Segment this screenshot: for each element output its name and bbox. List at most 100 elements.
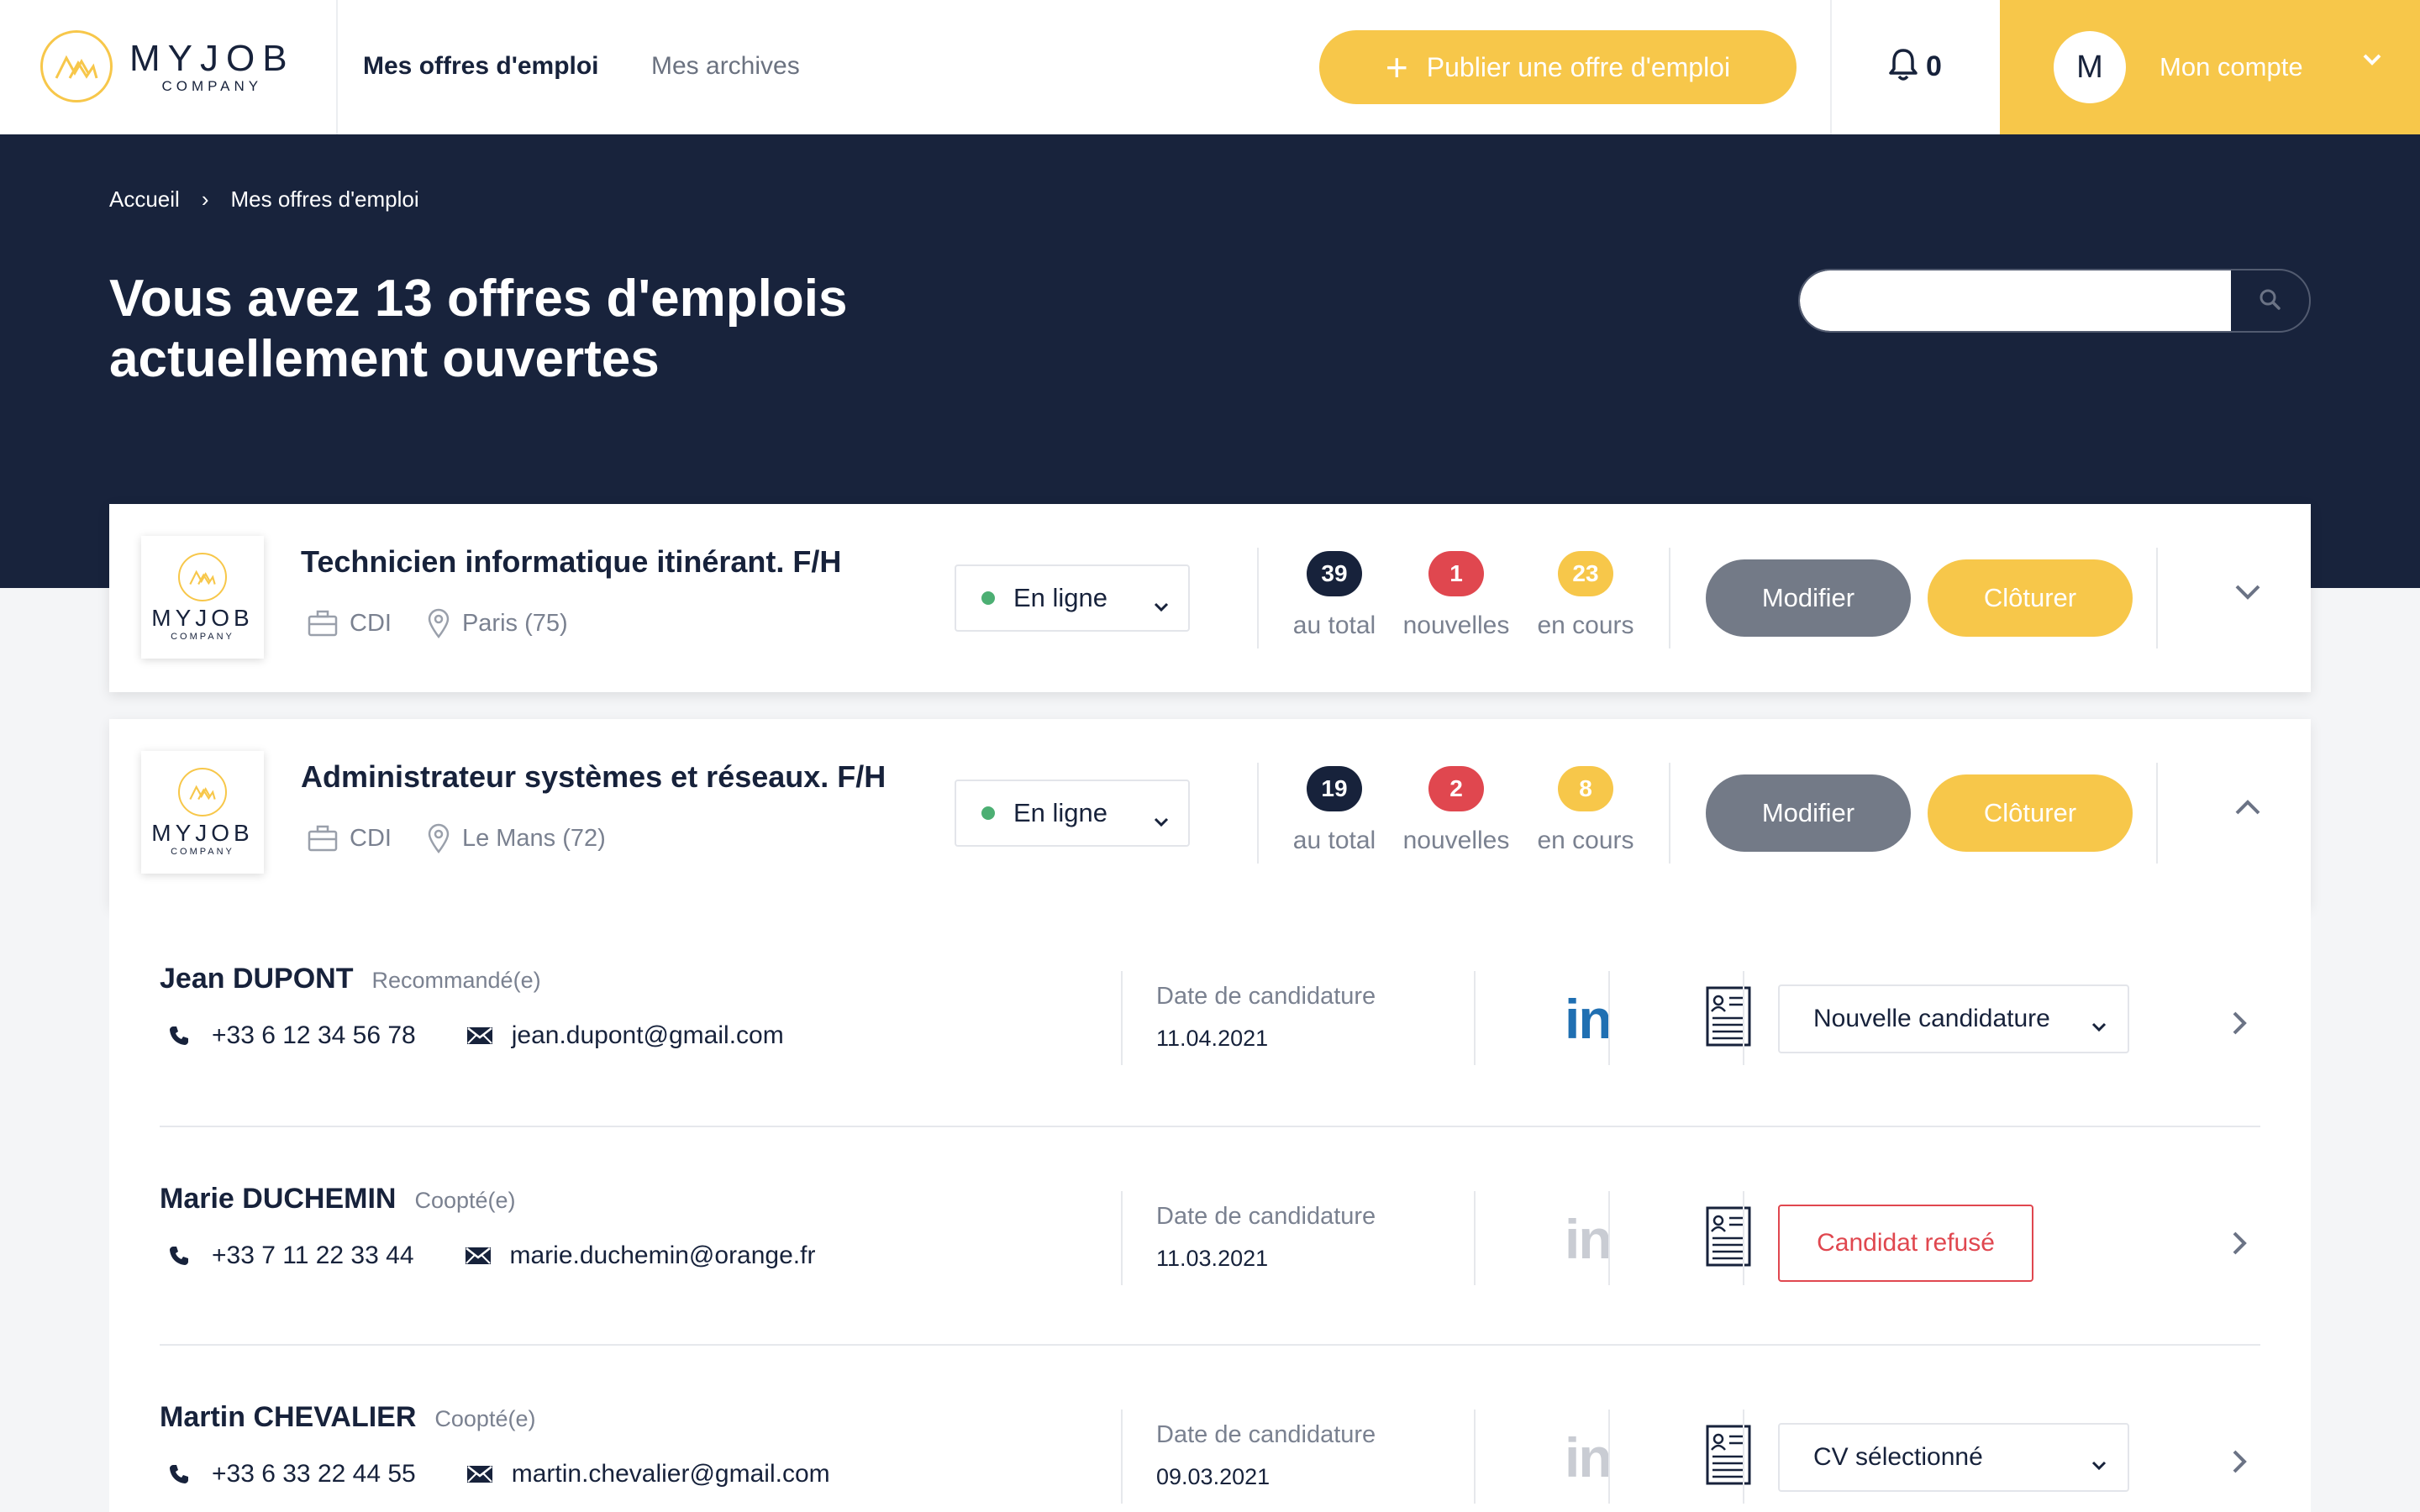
card-divider	[1669, 548, 1670, 648]
stat-in-progress-count: 8	[1558, 766, 1613, 811]
breadcrumb-home[interactable]: Accueil	[109, 186, 180, 213]
job-status-select[interactable]: En ligne	[955, 780, 1190, 847]
job-status-value: En ligne	[1013, 583, 1108, 612]
candidate-name: Marie DUCHEMIN	[160, 1183, 397, 1215]
search-icon	[2258, 287, 2281, 315]
account-label: Mon compte	[2160, 52, 2303, 81]
application-date-label: Date de candidature	[1156, 1203, 1376, 1230]
candidate-state-value: Nouvelle candidature	[1813, 1005, 2050, 1032]
candidate-phone: +33 6 33 22 44 55	[212, 1460, 416, 1488]
stat-new[interactable]: 2 nouvelles	[1393, 766, 1519, 855]
chevron-right-icon[interactable]	[2230, 1230, 2249, 1261]
nav-archives[interactable]: Mes archives	[651, 52, 800, 81]
online-status-dot	[981, 806, 995, 820]
candidate-name-line: Marie DUCHEMIN Coopté(e)	[160, 1183, 516, 1215]
chevron-down-icon	[1153, 590, 1170, 620]
candidate-name: Jean DUPONT	[160, 963, 354, 995]
logo-subtitle: COMPANY	[171, 632, 234, 642]
publish-job-label: Publier une offre d'emploi	[1426, 51, 1731, 82]
job-location: Paris (75)	[461, 609, 568, 637]
search-input[interactable]	[1800, 270, 2231, 331]
account-menu[interactable]: M Mon compte	[2000, 0, 2420, 134]
row-divider	[1608, 971, 1610, 1065]
candidate-name-line: Martin CHEVALIER Coopté(e)	[160, 1401, 535, 1434]
candidate-name-line: Jean DUPONT Recommandé(e)	[160, 963, 541, 995]
candidate-state-refused[interactable]: Candidat refusé	[1778, 1205, 2033, 1282]
row-divider	[1474, 971, 1476, 1065]
job-meta: CDI Paris (75)	[308, 608, 568, 638]
linkedin-icon[interactable]: in	[1565, 1430, 1612, 1485]
online-status-dot	[981, 591, 995, 605]
job-offer-card: MYJOB COMPANY Technicien informatique it…	[109, 504, 2311, 692]
logo-mountain-icon	[40, 30, 113, 102]
publish-job-button[interactable]: + Publier une offre d'emploi	[1319, 30, 1797, 104]
application-date-label: Date de candidature	[1156, 983, 1376, 1010]
candidate-row[interactable]: Marie DUCHEMIN Coopté(e) +33 7 11 22 33 …	[160, 1127, 2260, 1347]
candidate-email[interactable]: marie.duchemin@orange.fr	[510, 1242, 816, 1270]
modify-button[interactable]: Modifier	[1706, 774, 1911, 852]
stat-total[interactable]: 19 au total	[1271, 766, 1397, 855]
mail-icon	[466, 1026, 493, 1045]
logo-mountain-icon	[178, 768, 227, 816]
logo-subtitle: COMPANY	[161, 78, 263, 94]
candidate-row[interactable]: Martin CHEVALIER Coopté(e) +33 6 33 22 4…	[160, 1346, 2260, 1512]
candidate-tag: Recommandé(e)	[371, 968, 541, 993]
page-title-line2: actuellement ouvertes	[109, 330, 660, 388]
linkedin-icon[interactable]: in	[1565, 1211, 1612, 1267]
candidate-phone: +33 6 12 34 56 78	[212, 1021, 416, 1049]
nav-my-job-offers[interactable]: Mes offres d'emploi	[363, 52, 599, 81]
logo-mountain-icon	[178, 553, 227, 601]
notifications-button[interactable]: 0	[1887, 47, 1942, 87]
stat-in-progress[interactable]: 23 en cours	[1523, 551, 1649, 640]
myjob-logo[interactable]: MYJOB COMPANY	[40, 30, 295, 102]
header-divider	[1830, 0, 1832, 134]
mail-icon	[466, 1465, 493, 1483]
stat-in-progress[interactable]: 8 en cours	[1523, 766, 1649, 855]
job-location: Le Mans (72)	[461, 824, 606, 852]
modify-button[interactable]: Modifier	[1706, 559, 1911, 637]
notifications-count: 0	[1926, 50, 1942, 82]
candidate-row[interactable]: Jean DUPONT Recommandé(e) +33 6 12 34 56…	[160, 907, 2260, 1127]
application-date-value: 11.03.2021	[1156, 1246, 1269, 1271]
linkedin-icon[interactable]: in	[1565, 991, 1612, 1047]
close-offer-button[interactable]: Clôturer	[1928, 774, 2133, 852]
application-date: Date de candidature 11.04.2021	[1156, 983, 1376, 1052]
stat-new[interactable]: 1 nouvelles	[1393, 551, 1519, 640]
card-divider	[1257, 548, 1259, 648]
header-divider	[336, 0, 338, 134]
phone-icon	[168, 1025, 190, 1047]
candidate-state-select[interactable]: Nouvelle candidature	[1778, 984, 2129, 1053]
logo-wordmark: MYJOB	[129, 38, 295, 79]
row-divider	[1121, 971, 1123, 1065]
job-title[interactable]: Administrateur systèmes et réseaux. F/H	[301, 759, 886, 795]
search-button[interactable]	[2231, 270, 2309, 331]
job-contract: CDI	[350, 824, 392, 852]
chevron-right-icon[interactable]	[2230, 1010, 2249, 1041]
stat-total-label: au total	[1292, 612, 1376, 639]
company-logo: MYJOB COMPANY	[141, 536, 264, 659]
chevron-right-icon[interactable]	[2230, 1448, 2249, 1479]
row-divider	[1121, 1410, 1123, 1504]
row-divider	[1121, 1191, 1123, 1285]
job-status-select[interactable]: En ligne	[955, 564, 1190, 632]
stat-total[interactable]: 39 au total	[1271, 551, 1397, 640]
close-offer-button[interactable]: Clôturer	[1928, 559, 2133, 637]
row-divider	[1608, 1191, 1610, 1285]
stat-new-label: nouvelles	[1402, 827, 1510, 854]
row-divider	[1743, 1191, 1744, 1285]
stat-in-progress-count: 23	[1558, 551, 1613, 596]
job-offer-card: MYJOB COMPANY Administrateur systèmes et…	[109, 719, 2311, 907]
expand-chevron-down-icon[interactable]	[2233, 583, 2262, 606]
collapse-chevron-up-icon[interactable]	[2233, 798, 2262, 821]
job-title[interactable]: Technicien informatique itinérant. F/H	[301, 544, 841, 580]
candidate-phone: +33 7 11 22 33 44	[212, 1242, 414, 1269]
logo-wordmark: MYJOB	[151, 605, 254, 631]
row-divider	[1474, 1410, 1476, 1504]
candidate-email[interactable]: jean.dupont@gmail.com	[512, 1021, 784, 1050]
phone-icon	[168, 1245, 190, 1267]
stat-total-label: au total	[1292, 827, 1376, 854]
location-pin-icon	[427, 608, 450, 638]
candidate-email[interactable]: martin.chevalier@gmail.com	[512, 1460, 830, 1488]
application-date: Date de candidature 11.03.2021	[1156, 1203, 1376, 1272]
candidate-state-select[interactable]: CV sélectionné	[1778, 1423, 2129, 1492]
